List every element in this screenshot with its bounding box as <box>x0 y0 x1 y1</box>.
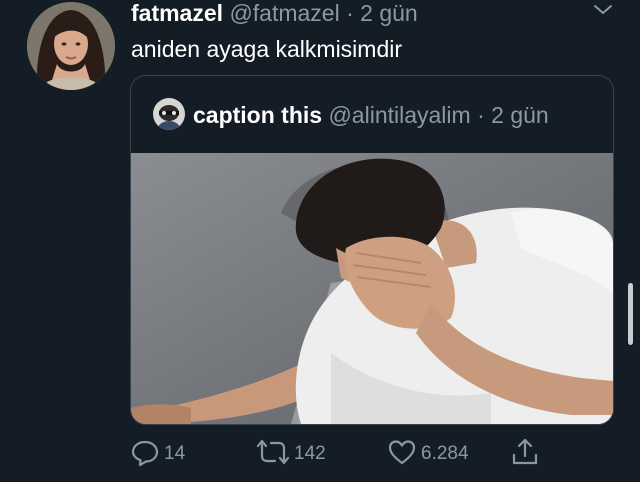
scrollbar-thumb[interactable] <box>628 283 633 345</box>
heart-icon <box>387 437 417 472</box>
share-upload-icon <box>510 437 540 472</box>
like-count: 6.284 <box>421 443 469 464</box>
tweet-timestamp[interactable]: 2 gün <box>360 0 418 26</box>
quoted-tweet-image[interactable] <box>131 153 613 424</box>
quoted-author-name[interactable]: caption this <box>193 102 322 128</box>
retweet-button[interactable]: 142 <box>256 436 326 472</box>
speech-bubble-icon <box>130 437 160 472</box>
tweet: fatmazel @fatmazel · 2 gün aniden ayaga … <box>0 0 640 482</box>
reply-count: 14 <box>164 443 186 464</box>
quoted-tweet[interactable]: caption this @alintilayalim · 2 gün <box>130 75 614 425</box>
quoted-header-separator: · <box>477 102 485 128</box>
tweet-action-bar: 14 142 6.284 <box>130 436 610 472</box>
retweet-count: 142 <box>294 443 326 464</box>
quoted-tweet-header: caption this @alintilayalim · 2 gün <box>193 100 549 130</box>
chevron-down-icon[interactable] <box>592 2 614 23</box>
reply-button[interactable]: 14 <box>130 436 185 472</box>
author-avatar[interactable] <box>27 2 115 90</box>
retweet-arrows-icon <box>256 437 290 472</box>
tweet-text: aniden ayaga kalkmisimdir <box>131 36 403 62</box>
author-name[interactable]: fatmazel <box>131 0 223 26</box>
quoted-tweet-timestamp[interactable]: 2 gün <box>491 102 549 128</box>
tweet-header: fatmazel @fatmazel · 2 gün <box>131 0 418 28</box>
quoted-author-avatar[interactable] <box>153 98 185 130</box>
share-button[interactable] <box>510 436 540 472</box>
quoted-author-handle[interactable]: @alintilayalim <box>328 102 470 128</box>
header-separator: · <box>346 0 354 26</box>
like-button[interactable]: 6.284 <box>387 436 469 472</box>
author-handle[interactable]: @fatmazel <box>229 0 339 26</box>
